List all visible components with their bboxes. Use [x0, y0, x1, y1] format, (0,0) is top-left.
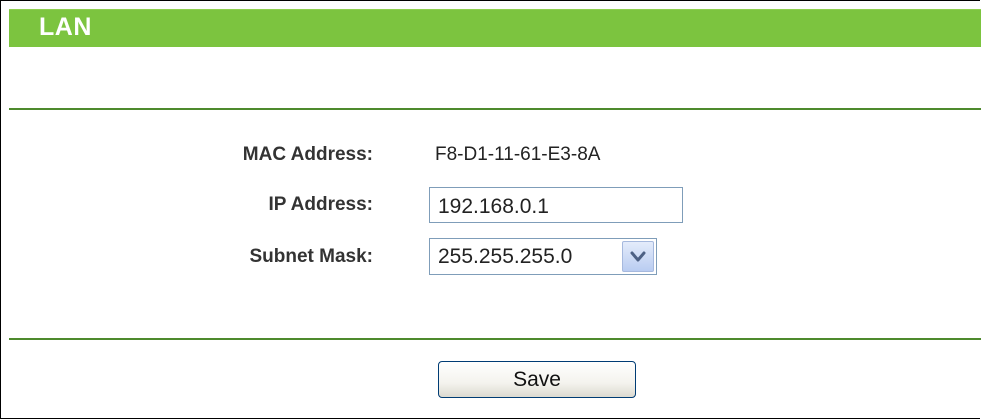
- mac-address-label: MAC Address:: [242, 144, 373, 165]
- chevron-down-icon[interactable]: [622, 241, 654, 272]
- subnet-mask-select[interactable]: 255.255.255.0: [429, 238, 657, 275]
- bottom-divider: [9, 338, 981, 340]
- ip-address-label: IP Address:: [268, 194, 373, 215]
- mac-address-value: F8-D1-11-61-E3-8A: [435, 144, 601, 165]
- subnet-mask-label: Subnet Mask:: [249, 246, 373, 267]
- save-button[interactable]: Save: [438, 361, 636, 398]
- subnet-mask-value: 255.255.255.0: [438, 245, 573, 268]
- lan-settings-panel: LAN MAC Address: F8-D1-11-61-E3-8A IP Ad…: [0, 0, 981, 419]
- section-header: LAN: [9, 9, 981, 47]
- top-divider: [9, 108, 981, 110]
- ip-address-input[interactable]: [429, 187, 683, 223]
- section-title: LAN: [39, 13, 92, 41]
